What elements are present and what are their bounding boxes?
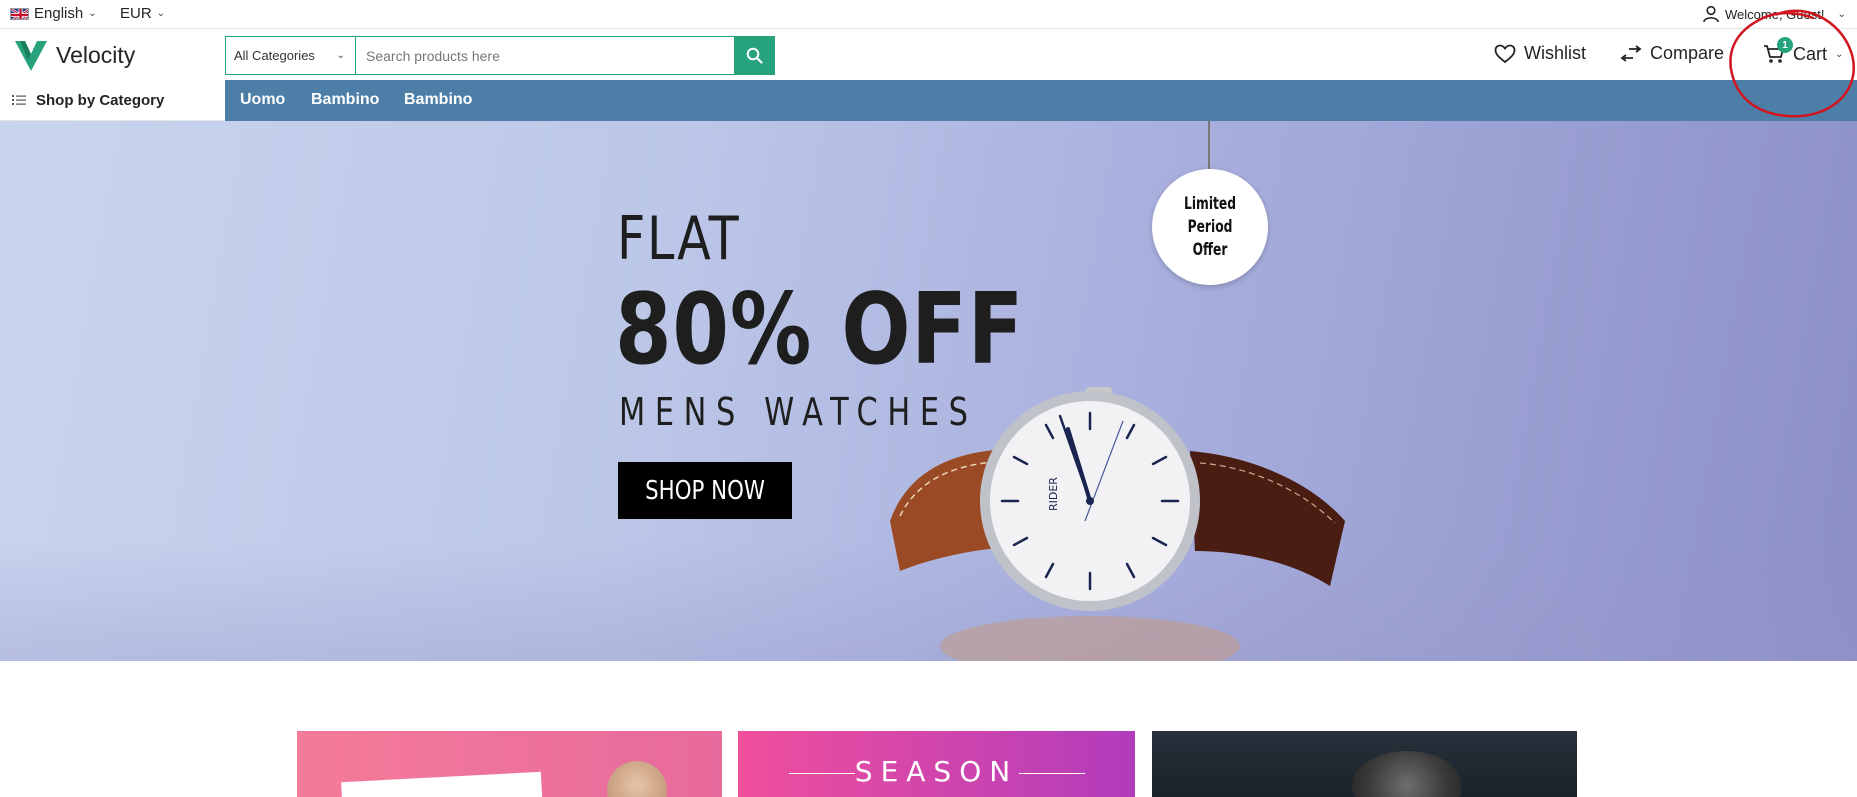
main-header: Velocity All Categories ⌄ Wishlist Compa…: [0, 30, 1857, 80]
tag-string: [1208, 121, 1210, 169]
tag-line-3: Offer: [1192, 239, 1228, 260]
hero-line-flat: FLAT: [617, 204, 741, 274]
hero-banner[interactable]: FLAT 80% OFF MENS WATCHES SHOP NOW Limit…: [0, 121, 1857, 661]
top-utility-bar: English ⌄ EUR ⌄ Welcome, Guest! ⌄: [0, 0, 1857, 29]
heart-icon: [1494, 44, 1516, 63]
chevron-down-icon: ⌄: [336, 50, 345, 61]
annotation-circle: [1729, 9, 1855, 118]
nav-item-bambino-2[interactable]: Bambino: [404, 91, 472, 109]
shop-now-button[interactable]: SHOP NOW: [618, 462, 792, 519]
tag-line-2: Period: [1187, 216, 1233, 237]
promo-card-1-model: [607, 761, 667, 797]
nav-item-uomo[interactable]: Uomo: [240, 91, 285, 109]
uk-flag-icon: [10, 7, 29, 20]
nav-item-bambino[interactable]: Bambino: [311, 91, 379, 109]
category-select-value: All Categories: [234, 48, 315, 63]
tag-line-1: Limited: [1183, 193, 1237, 214]
compare-label: Compare: [1650, 43, 1725, 63]
shop-now-label: SHOP NOW: [645, 475, 765, 506]
language-label: English: [34, 5, 84, 22]
promo-card-2[interactable]: SEASON: [738, 731, 1135, 797]
promo-card-1-paper: [341, 771, 543, 797]
chevron-down-icon: ⌄: [156, 8, 166, 19]
shop-by-category-label: Shop by Category: [36, 91, 165, 109]
hero-line-discount: 80% OFF: [615, 273, 1025, 387]
list-menu-icon: [12, 95, 26, 105]
promo-card-3[interactable]: [1152, 731, 1577, 797]
compare-link[interactable]: Compare: [1620, 43, 1724, 64]
watch-brand-text: RIDER: [1047, 477, 1060, 511]
shop-by-category-button[interactable]: Shop by Category: [0, 80, 225, 121]
wishlist-link[interactable]: Wishlist: [1494, 43, 1586, 64]
promo-card-3-model: [1352, 751, 1462, 797]
promo-card-1[interactable]: [297, 731, 722, 797]
velocity-logo-icon: [15, 41, 47, 71]
category-nav-bar: Shop by Category Uomo Bambino Bambino: [0, 80, 1857, 121]
search-input[interactable]: [356, 37, 734, 74]
compare-arrows-icon: [1620, 44, 1642, 62]
currency-selector[interactable]: EUR ⌄: [120, 5, 165, 22]
language-selector[interactable]: English ⌄: [10, 5, 97, 22]
site-logo[interactable]: Velocity: [14, 38, 135, 72]
search-bar: All Categories ⌄: [225, 36, 775, 75]
search-icon: [746, 47, 763, 64]
limited-offer-tag: Limited Period Offer: [1152, 169, 1268, 285]
chevron-down-icon: ⌄: [88, 8, 97, 19]
category-select[interactable]: All Categories ⌄: [226, 37, 356, 74]
currency-label: EUR: [120, 5, 152, 22]
promo-card-2-title: SEASON: [854, 755, 1019, 788]
search-button[interactable]: [734, 37, 774, 74]
wishlist-label: Wishlist: [1524, 43, 1586, 63]
logo-text: Velocity: [56, 41, 136, 68]
season-line-right: [1019, 773, 1085, 774]
watch-image: RIDER: [890, 387, 1345, 661]
